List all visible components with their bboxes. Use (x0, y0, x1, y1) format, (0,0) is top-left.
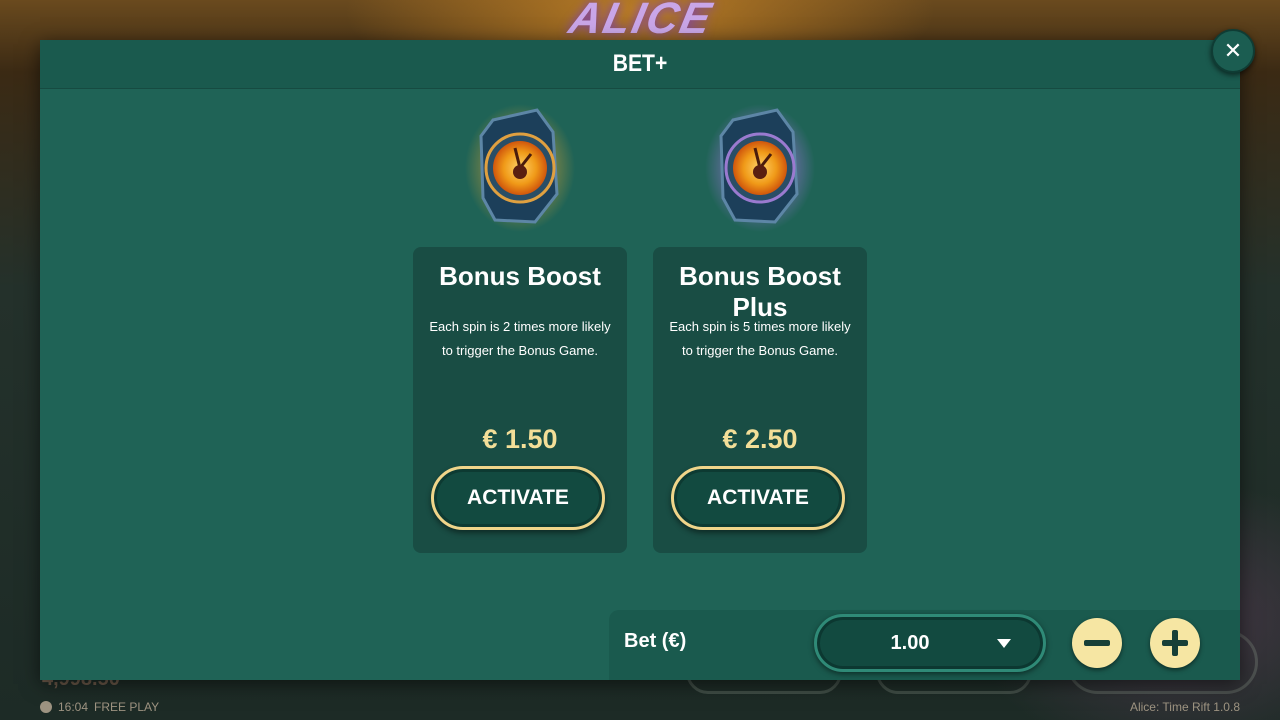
game-logo: ALICE (564, 0, 718, 43)
clock-time: 16:04 (58, 700, 89, 714)
activate-bonus-boost-plus-button[interactable]: ACTIVATE (671, 466, 845, 530)
chevron-down-icon (997, 639, 1011, 648)
modal-title: BET+ (612, 50, 668, 77)
bonus-boost-card: Bonus Boost Each spin is 2 times more li… (413, 247, 627, 553)
card-title: Bonus Boost (439, 261, 601, 291)
bet-plus-modal: BET+ Bonus Boost Each spin is 2 times mo… (40, 40, 1240, 680)
modal-header: BET+ (40, 40, 1240, 89)
plus-icon-vertical (1172, 630, 1178, 656)
golden-clock-icon (465, 102, 575, 232)
increase-bet-button[interactable] (1150, 618, 1200, 668)
activate-bonus-boost-button[interactable]: ACTIVATE (431, 466, 605, 530)
footer-status: 16:04 FREE PLAY (40, 700, 159, 714)
game-version: Alice: Time Rift 1.0.8 (1129, 700, 1240, 714)
close-button[interactable]: ✕ (1211, 29, 1255, 73)
card-description: Each spin is 2 times more likely to trig… (429, 319, 611, 358)
decrease-bet-button[interactable] (1072, 618, 1122, 668)
close-icon: ✕ (1223, 38, 1243, 63)
bet-amount-dropdown[interactable]: 1.00 (814, 614, 1046, 672)
bonus-boost-plus-card: Bonus Boost Plus Each spin is 5 times mo… (653, 247, 867, 553)
bet-value: 1.00 (890, 632, 930, 654)
info-icon (40, 701, 52, 713)
minus-icon (1084, 640, 1110, 646)
card-price: € 2.50 (722, 424, 798, 454)
card-description: Each spin is 5 times more likely to trig… (669, 319, 851, 358)
play-mode: FREE PLAY (94, 700, 160, 714)
purple-clock-icon (705, 102, 815, 232)
card-title: Bonus Boost Plus (679, 261, 841, 322)
bet-label: Bet (€) (624, 630, 687, 652)
card-price: € 1.50 (482, 424, 558, 454)
